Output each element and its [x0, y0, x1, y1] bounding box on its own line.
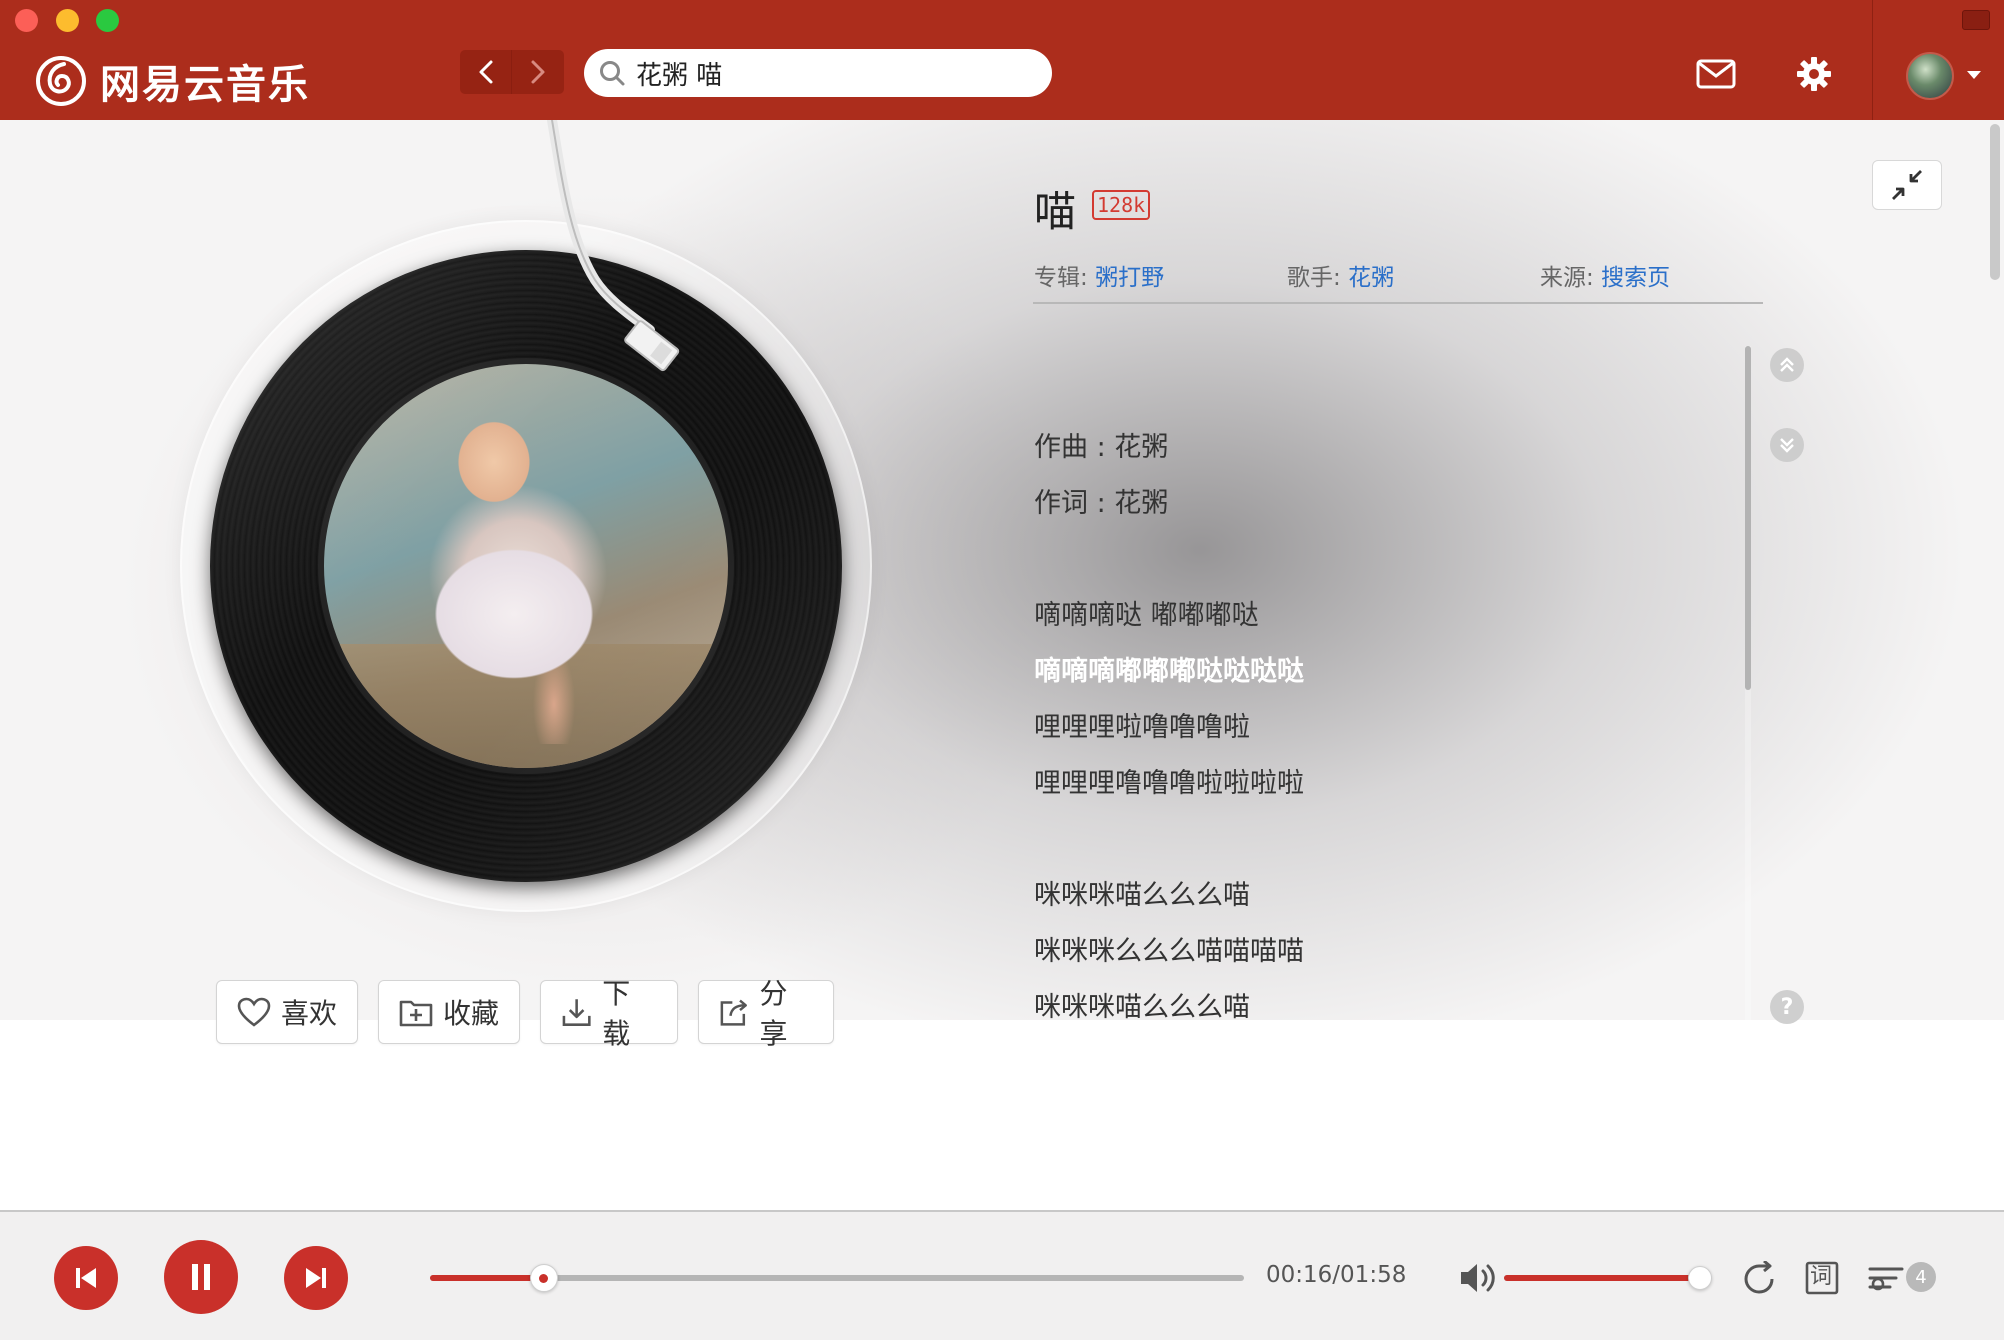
search-icon [600, 61, 625, 86]
lyric-line: 作词 : 花粥 [1034, 488, 1169, 519]
title-bar: 网易云音乐 [0, 0, 2004, 120]
chevron-right-icon [531, 60, 545, 84]
lyric-line [1034, 816, 1734, 872]
progress-handle-dot [539, 1273, 549, 1283]
double-chevron-down-icon [1780, 438, 1794, 453]
mail-icon [1696, 59, 1736, 89]
album-info: 专辑: 粥打野 [1034, 258, 1164, 292]
lyric-line: 咪咪咪喵么么么喵 [1034, 992, 1250, 1023]
share-label: 分享 [759, 977, 788, 1050]
lyric-line: 哩哩哩啦噜噜噜啦 [1034, 712, 1250, 743]
album-label: 专辑: [1034, 265, 1088, 291]
download-button[interactable]: 下载 [540, 977, 678, 1050]
lyric-line: 咪咪咪么么么喵喵喵喵 [1034, 936, 1304, 967]
window-close-button[interactable] [15, 9, 38, 32]
repeat-icon [1744, 1261, 1774, 1294]
lyric-line: 咪咪咪喵么么么喵 [1034, 880, 1250, 911]
time-display: 00:16/01:58 [1266, 1262, 1406, 1288]
pause-button[interactable] [164, 1240, 238, 1314]
source-info: 来源: 搜索页 [1540, 258, 1670, 292]
album-cover-figure [434, 404, 624, 744]
heart-icon [237, 997, 271, 1027]
toolbar-divider [1872, 0, 1873, 120]
progress-fill [430, 1275, 544, 1281]
mini-mode-button[interactable] [1962, 10, 1990, 30]
playlist-button[interactable] [1866, 1258, 1906, 1298]
progress-handle[interactable] [529, 1264, 558, 1292]
song-title: 喵 [1034, 187, 1077, 236]
album-cover [318, 358, 734, 774]
lyrics-help-button[interactable]: ? [1770, 990, 1804, 1024]
search-input[interactable] [636, 58, 1036, 88]
content-area-below [0, 1020, 2004, 1210]
lyric-line: 作曲 : 花粥 [1034, 432, 1169, 463]
volume-handle[interactable] [1687, 1266, 1712, 1290]
settings-button[interactable] [1792, 52, 1836, 96]
next-track-button[interactable] [284, 1246, 348, 1310]
lyric-line: 嘀嘀嘀哒 嘟嘟嘟哒 [1034, 600, 1259, 631]
forward-button[interactable] [512, 50, 564, 94]
gear-icon [1797, 57, 1831, 91]
skip-previous-icon [76, 1268, 96, 1288]
download-label: 下载 [602, 977, 631, 1050]
caret-down-icon[interactable] [1966, 70, 1982, 80]
share-icon [720, 999, 747, 1026]
app-logo[interactable]: 网易云音乐 [36, 52, 310, 110]
help-icon: ? [1780, 994, 1794, 1020]
like-label: 喜欢 [281, 997, 338, 1030]
folder-add-icon [399, 1000, 433, 1027]
lyric-line: 哩哩哩噜噜噜啦啦啦啦 [1034, 768, 1304, 799]
artist-info: 歌手: 花粥 [1287, 258, 1394, 292]
lyrics-toggle-button[interactable]: 词 [1802, 1258, 1842, 1298]
lyric-line-active: 嘀嘀嘀嘟嘟嘟哒哒哒哒 [1034, 656, 1304, 687]
artist-label: 歌手: [1287, 265, 1341, 291]
quality-badge: 128k [1092, 190, 1151, 220]
pause-icon [192, 1264, 210, 1290]
playlist-count-badge: 4 [1906, 1262, 1936, 1292]
volume-icon[interactable] [1458, 1260, 1498, 1296]
messages-button[interactable] [1694, 52, 1738, 96]
skip-next-icon [306, 1268, 326, 1288]
collect-button[interactable]: 收藏 [378, 980, 520, 1044]
double-chevron-up-icon [1780, 357, 1794, 372]
lyrics-panel[interactable]: 作曲 : 花粥 作词 : 花粥嘀嘀嘀哒 嘟嘟嘟哒嘀嘀嘀嘟嘟嘟哒哒哒哒 哩哩哩啦噜噜噜… [1034, 424, 1734, 1040]
window-minimize-button[interactable] [56, 9, 79, 32]
lyric-line [1034, 536, 1734, 592]
elapsed-time: 00:16 [1266, 1262, 1333, 1288]
playlist-icon [1868, 1267, 1904, 1291]
like-button[interactable]: 喜欢 [216, 980, 358, 1044]
info-divider [1033, 302, 1763, 304]
window-maximize-button[interactable] [96, 9, 119, 32]
previous-track-button[interactable] [54, 1246, 118, 1310]
source-link[interactable]: 搜索页 [1601, 265, 1670, 291]
page-scrollbar[interactable] [1990, 124, 2000, 280]
share-button[interactable]: 分享 [698, 977, 834, 1050]
lyrics-scroll-down-button[interactable] [1770, 428, 1804, 462]
download-icon [562, 999, 591, 1026]
album-link[interactable]: 粥打野 [1095, 265, 1164, 291]
collapse-player-button[interactable] [1872, 160, 1942, 210]
collect-label: 收藏 [443, 997, 500, 1030]
lyrics-toggle-label: 词 [1810, 1264, 1833, 1289]
search-box[interactable] [584, 49, 1052, 97]
time-separator: / [1332, 1262, 1341, 1288]
app-name: 网易云音乐 [100, 62, 310, 108]
collapse-icon [1892, 170, 1922, 200]
netease-logo-icon [36, 56, 86, 106]
back-button[interactable] [460, 50, 512, 94]
user-avatar[interactable] [1906, 52, 1954, 100]
artist-link[interactable]: 花粥 [1348, 265, 1394, 291]
source-label: 来源: [1540, 265, 1594, 291]
player-bar: 00:16/01:58 词 4 [0, 1210, 2004, 1340]
lyrics-scroll-up-button[interactable] [1770, 348, 1804, 382]
tonearm-needle [547, 120, 680, 372]
volume-fill [1504, 1275, 1700, 1281]
lyrics-scrollbar[interactable] [1745, 346, 1751, 690]
total-time: 01:58 [1340, 1262, 1407, 1288]
chevron-left-icon [479, 60, 492, 84]
repeat-mode-button[interactable] [1740, 1258, 1780, 1298]
